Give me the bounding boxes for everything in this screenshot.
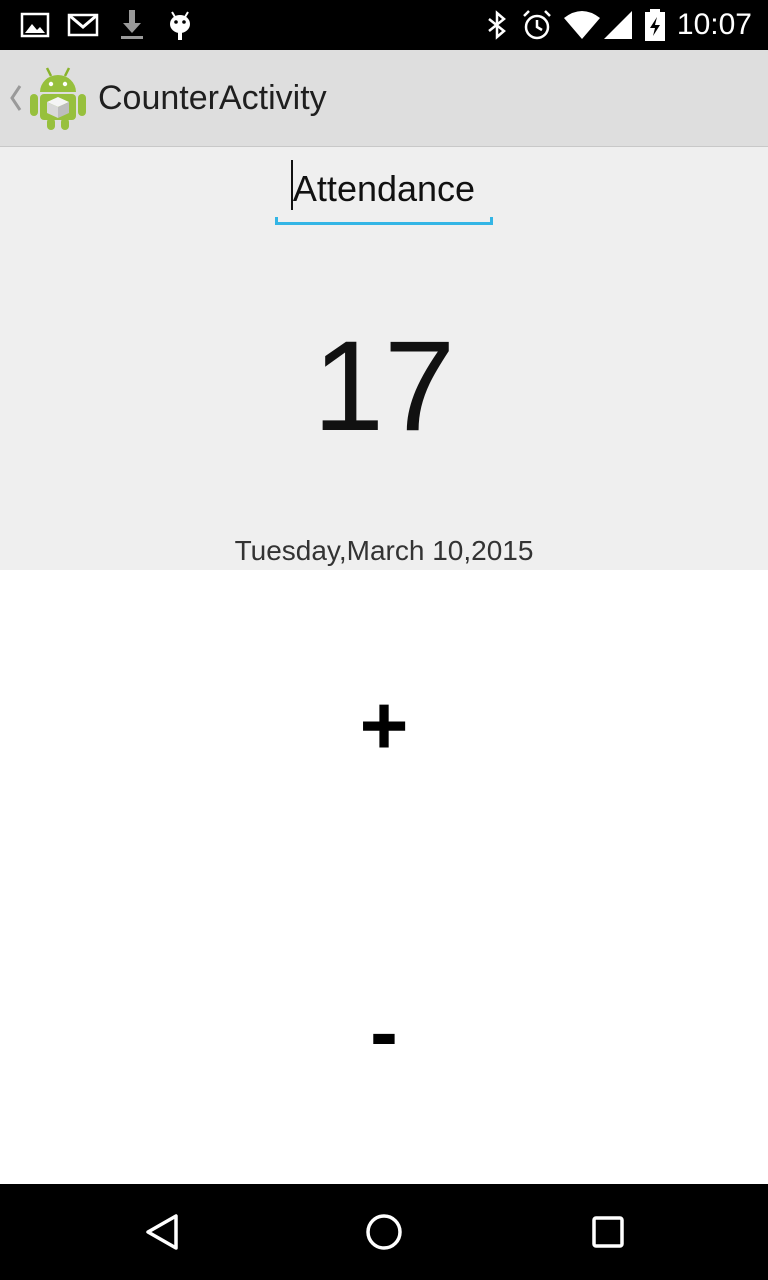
status-time: 10:07 <box>676 8 752 41</box>
up-caret-icon[interactable] <box>6 80 24 116</box>
android-app-icon[interactable] <box>28 64 88 132</box>
recents-icon[interactable] <box>582 1206 634 1258</box>
gmail-icon <box>66 8 100 42</box>
signal-icon <box>602 8 636 42</box>
bluetooth-icon <box>480 8 514 42</box>
android-debug-icon <box>163 8 197 42</box>
wifi-icon <box>562 8 602 42</box>
page-title: CounterActivity <box>98 79 327 117</box>
battery-icon <box>642 8 668 42</box>
counter-screen: 10:07 CounterActivity Attendance 17 Tues… <box>0 0 768 1280</box>
back-icon[interactable] <box>136 1206 188 1258</box>
counter-info-panel: 17 Tuesday,March 10,2015 <box>0 147 768 570</box>
alarm-icon <box>520 8 554 42</box>
status-bar: 10:07 <box>0 0 768 50</box>
download-icon <box>115 8 149 42</box>
input-underline <box>275 210 493 225</box>
navigation-bar <box>0 1184 768 1280</box>
decrement-button[interactable]: - <box>0 880 768 1184</box>
date-label: Tuesday,March 10,2015 <box>234 535 534 566</box>
image-icon <box>18 8 52 42</box>
count-value: 17 <box>312 315 456 458</box>
increment-button[interactable]: + <box>0 570 768 880</box>
text-cursor <box>291 160 293 210</box>
action-bar: CounterActivity <box>0 50 768 147</box>
home-icon[interactable] <box>358 1206 410 1258</box>
